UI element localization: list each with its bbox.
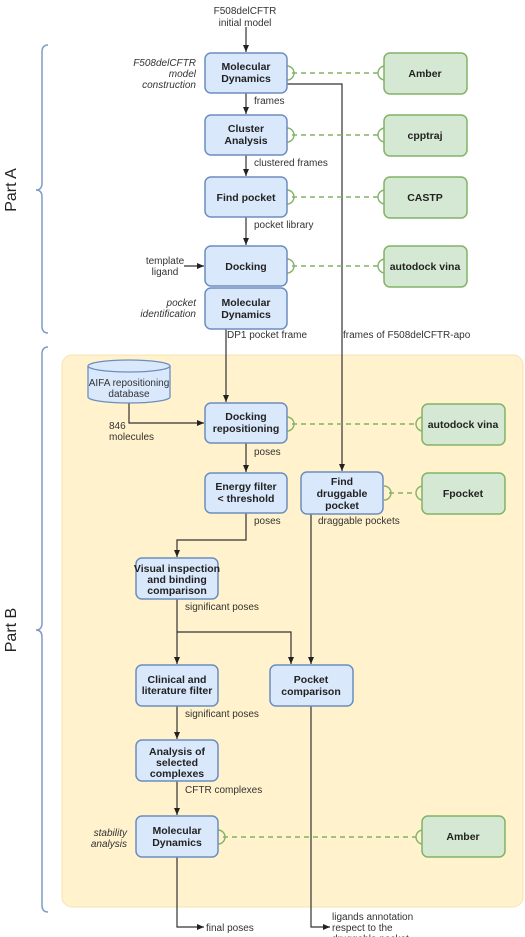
label-pocket-identification-1: pocket [166,298,198,309]
tool-fpocket[interactable]: Fpocket [421,472,506,515]
tool-link-castp [286,189,386,205]
edge-label-frames-apo: frames of F508delCFTR-apo [343,330,471,341]
svg-text:autodock vina: autodock vina [390,261,461,273]
node-molecular-dynamics-1[interactable]: Molecular Dynamics [204,52,288,94]
database-aifa[interactable]: AIFA repositioning database [87,359,171,404]
svg-text:Docking: Docking [225,261,266,273]
node-docking[interactable]: Docking [204,245,288,287]
label-model-construction-2: model [169,69,197,80]
edge-label-significant-poses-1: significant poses [185,602,259,613]
edge-label-cftr-complexes: CFTR complexes [185,785,262,796]
label-template-ligand-2: ligand [152,267,179,278]
tool-link-amber1 [286,65,386,81]
svg-text:Molecular: Molecular [221,297,270,309]
svg-text:comparison: comparison [281,686,341,698]
edge-label-poses-1: poses [254,447,281,458]
svg-text:Dynamics: Dynamics [152,837,202,849]
svg-text:Analysis: Analysis [224,135,267,147]
svg-text:autodock vina: autodock vina [428,419,499,431]
svg-text:Amber: Amber [408,68,441,80]
label-template-ligand-1: template [146,256,185,267]
node-cluster-analysis[interactable]: Cluster Analysis [204,114,288,156]
edge-label-frames: frames [254,96,285,107]
label-stability-analysis-1: stability [94,828,128,839]
label-stability-analysis-2: analysis [91,839,127,850]
part-b-brace [35,346,49,913]
svg-text:complexes: complexes [150,768,204,780]
tool-cpptraj[interactable]: cpptraj [383,114,468,157]
database-label-line1: AIFA repositioning [89,378,170,389]
tool-autodock-vina-1[interactable]: autodock vina [383,245,468,288]
svg-text:Find: Find [331,476,353,488]
tool-amber-1[interactable]: Amber [383,52,468,95]
svg-text:druggable: druggable [317,488,368,500]
workflow-diagram: Part A Part B F508delCFTR initial model [3,6,524,937]
svg-text:comparison: comparison [147,585,207,597]
svg-text:Molecular: Molecular [152,825,201,837]
label-pocket-identification-2: identification [140,309,196,320]
tool-link-cpptraj [286,127,386,143]
svg-text:pocket: pocket [325,500,359,512]
label-model-construction-1: F508delCFTR [133,58,196,69]
database-label-line2: database [108,389,150,400]
edge-label-draggable-pockets: draggable pockets [318,516,400,527]
node-molecular-dynamics-3[interactable]: Molecular Dynamics [135,815,219,858]
tool-amber-2[interactable]: Amber [421,815,506,858]
svg-text:Cluster: Cluster [228,123,264,135]
svg-text:Pocket: Pocket [294,674,329,686]
svg-text:Energy filter: Energy filter [215,481,276,493]
svg-text:CASTP: CASTP [407,192,443,204]
label-model-construction-3: construction [142,80,196,91]
svg-text:literature filter: literature filter [142,685,213,697]
node-pocket-comparison[interactable]: Pocket comparison [269,664,354,707]
label-molecules-1: 846 [109,421,126,432]
edge-label-dp1-pocket-frame: DP1 pocket frame [227,330,307,341]
tool-autodock-vina-2[interactable]: autodock vina [421,403,506,446]
tool-castp[interactable]: CASTP [383,176,468,219]
svg-text:cpptraj: cpptraj [407,130,442,142]
svg-text:Molecular: Molecular [221,61,270,73]
part-b-label: Part B [3,608,20,652]
node-visual-inspection[interactable]: Visual inspection and binding comparison [134,557,220,600]
svg-text:Find pocket: Find pocket [217,192,276,204]
top-input-line2: initial model [219,18,272,29]
svg-text:Dynamics: Dynamics [221,73,271,85]
edge-label-clustered-frames: clustered frames [254,158,328,169]
node-energy-filter[interactable]: Energy filter < threshold [204,472,288,514]
node-docking-repositioning[interactable]: Docking repositioning [204,402,288,444]
output-final-poses: final poses [206,923,254,934]
node-molecular-dynamics-2[interactable]: Molecular Dynamics [204,287,288,330]
output-ligands-annotation-2: respect to the [332,923,393,934]
node-clinical-literature-filter[interactable]: Clinical and literature filter [135,664,219,707]
part-a-label: Part A [3,168,20,212]
node-find-pocket[interactable]: Find pocket [204,176,288,218]
svg-text:repositioning: repositioning [213,423,280,435]
output-ligands-annotation-1: ligands annotation [332,912,413,923]
svg-text:Amber: Amber [446,831,479,843]
svg-text:< threshold: < threshold [218,493,275,505]
tool-link-vina1 [286,258,386,274]
edge-label-significant-poses-2: significant poses [185,709,259,720]
svg-text:Dynamics: Dynamics [221,309,271,321]
part-a-brace [35,44,49,334]
node-analysis-selected-complexes[interactable]: Analysis of selected complexes [135,739,219,782]
label-molecules-2: molecules [109,432,154,443]
svg-text:Docking: Docking [225,411,266,423]
svg-text:Fpocket: Fpocket [443,488,484,500]
node-find-druggable-pocket[interactable]: Find druggable pocket [300,471,384,515]
edge-label-pocket-library: pocket library [254,220,313,231]
top-input-line1: F508delCFTR [214,6,277,17]
edge-label-poses-2: poses [254,516,281,527]
